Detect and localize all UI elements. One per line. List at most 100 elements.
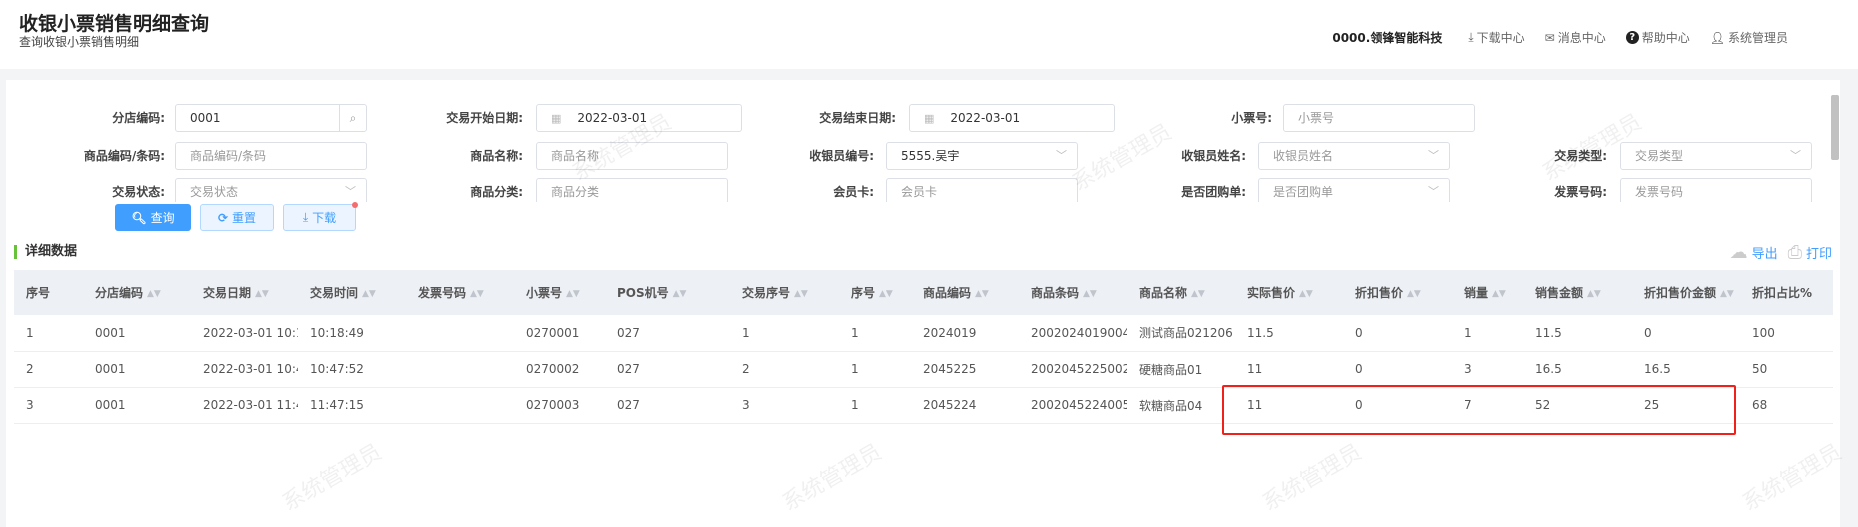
column-header-label: 折扣售价金额 [1644,286,1717,300]
sort-icon[interactable]: ▲▼ [1191,289,1205,298]
download-button[interactable]: ⤓ 下载 [283,202,358,231]
start-date-picker[interactable]: ▦ 2022-03-01 [536,104,742,132]
column-header[interactable]: 折扣占比% [1740,270,1833,315]
chevron-down-icon: ﹀ [1790,149,1801,162]
member-card-label: 会员卡: [833,185,874,199]
chevron-down-icon: ﹀ [345,185,356,198]
cashier-name-select[interactable]: 收银员姓名 ﹀ [1258,142,1450,170]
sort-icon[interactable]: ▲▼ [794,289,808,298]
table-row[interactable]: 200012022-03-01 10:47:5210:47:5202700020… [14,351,1833,388]
sort-icon[interactable]: ▲▼ [362,289,376,298]
export-button[interactable]: ☁ 导出 [1730,242,1778,263]
category-input[interactable]: 商品分类 [536,178,728,202]
sort-icon[interactable]: ▲▼ [673,289,687,298]
download-center-label: 下载中心 [1476,31,1525,45]
column-header[interactable]: 交易序号 ▲▼ [730,270,839,315]
product-code-input[interactable]: 商品编码/条码 [175,142,367,170]
product-code-placeholder: 商品编码/条码 [190,149,267,163]
sort-icon[interactable]: ▲▼ [1299,289,1313,298]
watermark: 系统管理员 [1738,439,1847,517]
end-date-picker[interactable]: ▦ 2022-03-01 [909,104,1115,132]
header-toolbar: 0000.领锋智能科技 ⤓ 下载中心 ✉ 消息中心 ? 帮助中心 👤︎ 系统管理员 [1332,29,1788,46]
product-name-placeholder: 商品名称 [551,149,600,163]
group-buy-label: 是否团购单: [1181,185,1246,199]
export-label: 导出 [1751,247,1778,262]
table-cell: 0 [1343,351,1452,388]
column-header[interactable]: 序号 [14,270,83,315]
start-date-label: 交易开始日期: [446,111,523,125]
sort-icon[interactable]: ▲▼ [1083,289,1097,298]
start-date-value: 2022-03-01 [577,111,648,125]
sort-icon[interactable]: ▲▼ [1407,289,1421,298]
filter-scrollbar[interactable] [1831,95,1839,160]
column-header-label: 销量 [1464,286,1489,300]
invoice-no-input[interactable]: 发票号码 [1620,178,1812,202]
cloud-download-icon: ☁ [1729,242,1748,263]
sort-icon[interactable]: ▲▼ [147,289,161,298]
cashier-no-select[interactable]: 5555.吴宇 ﹀ [886,142,1078,170]
column-header[interactable]: 发票号码 ▲▼ [406,270,514,315]
column-header[interactable]: 商品编码 ▲▼ [911,270,1019,315]
column-header[interactable]: 实际售价 ▲▼ [1235,270,1343,315]
column-header[interactable]: 序号 ▲▼ [839,270,911,315]
column-header[interactable]: 销量 ▲▼ [1452,270,1523,315]
sort-icon[interactable]: ▲▼ [1587,289,1601,298]
table-cell: 0270003 [514,387,605,424]
group-buy-select[interactable]: 是否团购单 ﹀ [1258,178,1450,202]
column-header[interactable]: 小票号 ▲▼ [514,270,605,315]
member-card-placeholder: 会员卡 [901,185,938,199]
table-row[interactable]: 100012022-03-01 10:18:4910:18:4902700010… [14,315,1833,352]
product-name-input[interactable]: 商品名称 [536,142,728,170]
table-cell: 0001 [83,387,191,424]
column-header[interactable]: 分店编码 ▲▼ [83,270,191,315]
column-header[interactable]: 商品条码 ▲▼ [1019,270,1127,315]
trade-type-label: 交易类型: [1554,149,1607,163]
table-cell: 3 [14,387,83,424]
column-header[interactable]: 销售金额 ▲▼ [1523,270,1632,315]
sort-icon[interactable]: ▲▼ [470,289,484,298]
table-cell: 2002045225002 [1019,351,1127,388]
column-header[interactable]: 商品名称 ▲▼ [1127,270,1235,315]
trade-type-select[interactable]: 交易类型 ﹀ [1620,142,1812,170]
sort-icon[interactable]: ▲▼ [879,289,893,298]
sort-icon[interactable]: ▲▼ [255,289,269,298]
query-label: 查询 [150,211,175,225]
table-cell: 027 [605,315,730,352]
table-row[interactable]: 300012022-03-01 11:47:1511:47:1502700030… [14,387,1833,424]
cashier-no-value: 5555.吴宇 [901,149,960,163]
message-center-link[interactable]: ✉ 消息中心 [1545,29,1606,46]
page-subtitle: 查询收银小票销售明细 [19,35,140,49]
sort-icon[interactable]: ▲▼ [1720,289,1734,298]
sort-icon[interactable]: ▲▼ [975,289,989,298]
table-cell: 2022-03-01 10:47:52 [191,351,298,388]
printer-icon: ⎙ [1787,242,1802,263]
end-date-value: 2022-03-01 [950,111,1021,125]
help-center-link[interactable]: ? 帮助中心 [1625,29,1690,46]
column-header[interactable]: 折扣售价金额 ▲▼ [1632,270,1740,315]
trade-status-select[interactable]: 交易状态 ﹀ [175,178,367,202]
query-button[interactable]: 🔍︎ 查询 [115,204,191,231]
column-header[interactable]: POS机号 ▲▼ [605,270,730,315]
sort-icon[interactable]: ▲▼ [1492,289,1506,298]
trade-status-placeholder: 交易状态 [190,185,239,199]
table-cell: 0001 [83,315,191,352]
invoice-no-placeholder: 发票号码 [1635,185,1684,199]
user-menu[interactable]: 👤︎ 系统管理员 [1710,29,1788,46]
table-cell: 68 [1740,387,1833,424]
sort-icon[interactable]: ▲▼ [566,289,580,298]
watermark: 系统管理员 [778,439,887,517]
calendar-icon: ▦ [551,112,562,125]
column-header-label: 分店编码 [95,286,144,300]
column-header[interactable]: 交易时间 ▲▼ [298,270,406,315]
chevron-down-icon: ﹀ [1056,149,1067,162]
column-header[interactable]: 折扣售价 ▲▼ [1343,270,1452,315]
column-header[interactable]: 交易日期 ▲▼ [191,270,298,315]
reset-button[interactable]: ⟳ 重置 [200,204,274,231]
member-card-input[interactable]: 会员卡 [886,178,1078,202]
branch-code-input[interactable]: 0001 ⌕ [175,104,367,132]
download-center-link[interactable]: ⤓ 下载中心 [1468,29,1524,46]
table-cell: 0 [1343,315,1452,352]
print-button[interactable]: ⎙ 打印 [1788,242,1832,263]
search-icon[interactable]: ⌕ [339,105,366,131]
ticket-no-input[interactable]: 小票号 [1283,104,1475,132]
